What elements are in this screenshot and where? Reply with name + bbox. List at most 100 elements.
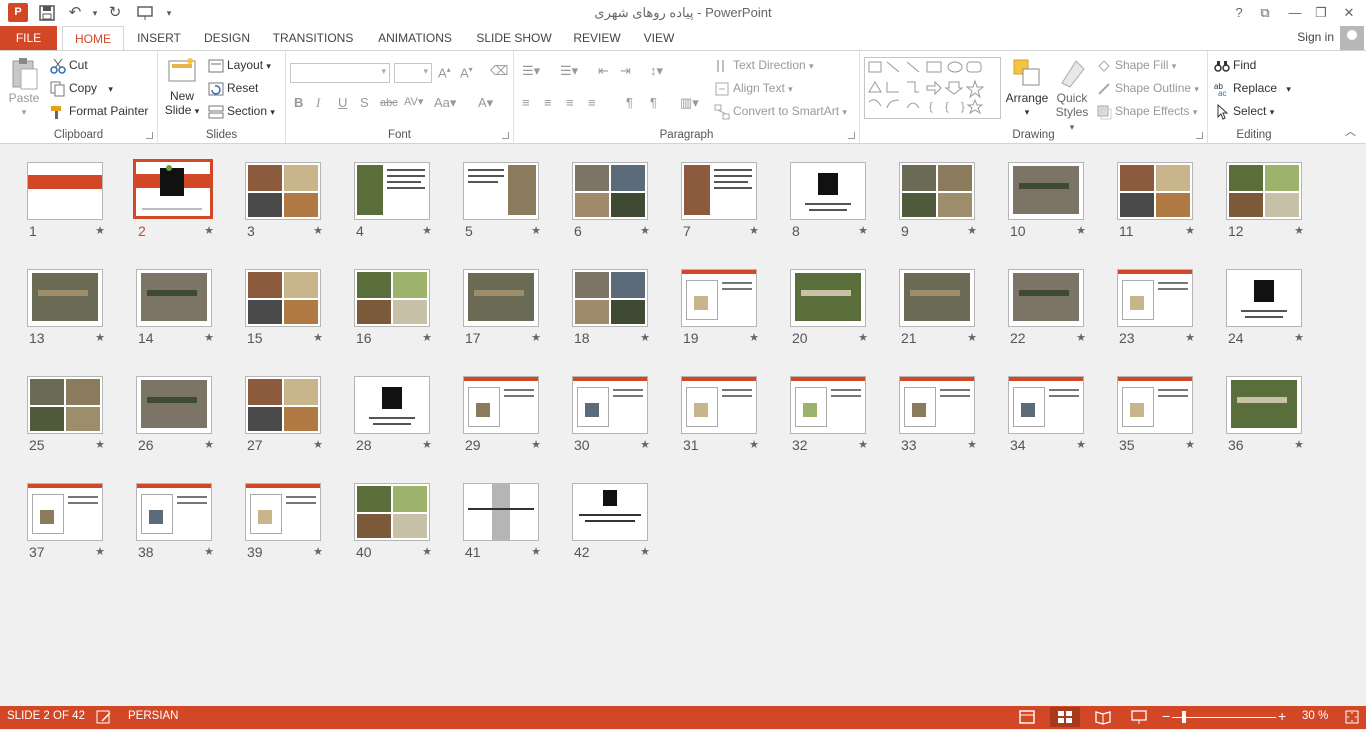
- notes-icon[interactable]: [96, 709, 112, 728]
- slide-thumbnail[interactable]: 8 ★: [790, 162, 868, 239]
- convert-smartart-button[interactable]: Convert to SmartArt ▾: [714, 103, 847, 120]
- slide-thumbnail[interactable]: 3 ★: [245, 162, 323, 239]
- transition-star-icon[interactable]: ★: [531, 331, 541, 344]
- transition-star-icon[interactable]: ★: [967, 331, 977, 344]
- transition-star-icon[interactable]: ★: [1076, 224, 1086, 237]
- tab-transitions[interactable]: TRANSITIONS: [270, 26, 356, 50]
- right-to-left-icon[interactable]: ¶: [650, 95, 657, 110]
- strikethrough-icon[interactable]: abc: [380, 97, 398, 109]
- transition-star-icon[interactable]: ★: [204, 224, 214, 237]
- slide-thumbnail[interactable]: 11 ★: [1117, 162, 1195, 239]
- slide-sorter-view-icon[interactable]: [1050, 707, 1080, 727]
- section-button[interactable]: Section ▾: [208, 103, 275, 120]
- bold-icon[interactable]: B: [294, 95, 303, 110]
- align-center-icon[interactable]: ≡: [544, 95, 552, 110]
- shape-fill-button[interactable]: Shape Fill ▾: [1096, 57, 1176, 74]
- line-spacing-icon[interactable]: ↕▾: [650, 63, 663, 79]
- transition-star-icon[interactable]: ★: [313, 331, 323, 344]
- transition-star-icon[interactable]: ★: [749, 331, 759, 344]
- justify-icon[interactable]: ≡: [588, 95, 596, 110]
- transition-star-icon[interactable]: ★: [858, 331, 868, 344]
- transition-star-icon[interactable]: ★: [531, 545, 541, 558]
- quick-styles-button[interactable]: Quick Styles ▾: [1052, 57, 1092, 134]
- font-name-combo[interactable]: [290, 63, 390, 83]
- slide-thumbnail[interactable]: 33 ★: [899, 376, 977, 453]
- transition-star-icon[interactable]: ★: [1076, 438, 1086, 451]
- transition-star-icon[interactable]: ★: [95, 224, 105, 237]
- zoom-level[interactable]: 30 %: [1302, 710, 1328, 722]
- transition-star-icon[interactable]: ★: [640, 224, 650, 237]
- transition-star-icon[interactable]: ★: [749, 438, 759, 451]
- slide-thumbnail[interactable]: 28 ★: [354, 376, 432, 453]
- reset-button[interactable]: Reset: [208, 80, 258, 97]
- slide-thumbnail[interactable]: 24 ★: [1226, 269, 1304, 346]
- shrink-font-icon[interactable]: A▾: [460, 65, 473, 80]
- transition-star-icon[interactable]: ★: [640, 545, 650, 558]
- underline-icon[interactable]: U: [338, 95, 347, 110]
- slide-thumbnail[interactable]: 17 ★: [463, 269, 541, 346]
- tab-home[interactable]: HOME: [62, 26, 124, 51]
- bullets-icon[interactable]: ☰▾: [522, 63, 540, 79]
- text-shadow-icon[interactable]: S: [360, 95, 369, 110]
- slide-thumbnail[interactable]: 22 ★: [1008, 269, 1086, 346]
- slide-thumbnail[interactable]: 39 ★: [245, 483, 323, 560]
- slide-thumbnail[interactable]: 2 ★: [133, 159, 214, 239]
- slide-thumbnail[interactable]: 1 ★: [27, 162, 105, 239]
- tab-file[interactable]: FILE: [0, 26, 57, 50]
- slide-thumbnail[interactable]: 34 ★: [1008, 376, 1086, 453]
- align-text-button[interactable]: Align Text ▾: [714, 80, 793, 97]
- slide-thumbnail[interactable]: 9 ★: [899, 162, 977, 239]
- ribbon-display-options-icon[interactable]: ⧉: [1252, 2, 1278, 24]
- transition-star-icon[interactable]: ★: [967, 224, 977, 237]
- shapes-gallery[interactable]: {{}: [864, 57, 1001, 119]
- transition-star-icon[interactable]: ★: [640, 331, 650, 344]
- transition-star-icon[interactable]: ★: [95, 331, 105, 344]
- slide-thumbnail[interactable]: 7 ★: [681, 162, 759, 239]
- transition-star-icon[interactable]: ★: [422, 438, 432, 451]
- new-slide-button[interactable]: New Slide ▾: [162, 55, 202, 118]
- slide-thumbnail[interactable]: 20 ★: [790, 269, 868, 346]
- avatar[interactable]: [1340, 26, 1364, 50]
- transition-star-icon[interactable]: ★: [422, 545, 432, 558]
- tab-animations[interactable]: ANIMATIONS: [372, 26, 458, 50]
- copy-button[interactable]: Copy ▾: [50, 80, 113, 97]
- slide-thumbnail[interactable]: 41 ★: [463, 483, 541, 560]
- slide-thumbnail[interactable]: 32 ★: [790, 376, 868, 453]
- paragraph-launcher-icon[interactable]: [848, 132, 855, 139]
- slide-thumbnail[interactable]: 12 ★: [1226, 162, 1304, 239]
- increase-indent-icon[interactable]: ⇥: [620, 63, 631, 79]
- transition-star-icon[interactable]: ★: [313, 545, 323, 558]
- character-spacing-icon[interactable]: AV▾: [404, 95, 423, 108]
- language-indicator[interactable]: PERSIAN: [128, 710, 179, 722]
- tab-insert[interactable]: INSERT: [134, 26, 184, 50]
- transition-star-icon[interactable]: ★: [1185, 438, 1195, 451]
- transition-star-icon[interactable]: ★: [749, 224, 759, 237]
- select-button[interactable]: Select ▾: [1214, 103, 1274, 120]
- slide-thumbnail[interactable]: 42 ★: [572, 483, 650, 560]
- slide-thumbnail[interactable]: 37 ★: [27, 483, 105, 560]
- transition-star-icon[interactable]: ★: [531, 224, 541, 237]
- transition-star-icon[interactable]: ★: [313, 438, 323, 451]
- zoom-slider-track[interactable]: [1172, 717, 1276, 718]
- transition-star-icon[interactable]: ★: [422, 331, 432, 344]
- slide-thumbnail[interactable]: 23 ★: [1117, 269, 1195, 346]
- help-icon[interactable]: ?: [1226, 2, 1252, 24]
- slide-thumbnail[interactable]: 6 ★: [572, 162, 650, 239]
- text-direction-button[interactable]: Text Direction ▾: [714, 57, 814, 74]
- columns-icon[interactable]: ▥▾: [680, 95, 699, 111]
- left-to-right-icon[interactable]: ¶: [626, 95, 633, 110]
- restore-icon[interactable]: ❐: [1308, 2, 1334, 24]
- slide-thumbnail[interactable]: 27 ★: [245, 376, 323, 453]
- transition-star-icon[interactable]: ★: [313, 224, 323, 237]
- sign-in-link[interactable]: Sign in: [1297, 30, 1334, 44]
- zoom-in-button[interactable]: +: [1278, 708, 1286, 724]
- close-icon[interactable]: ✕: [1336, 2, 1362, 24]
- transition-star-icon[interactable]: ★: [858, 224, 868, 237]
- transition-star-icon[interactable]: ★: [204, 438, 214, 451]
- font-size-combo[interactable]: [394, 63, 432, 83]
- numbering-icon[interactable]: ☰▾: [560, 63, 578, 79]
- tab-view[interactable]: VIEW: [640, 26, 678, 50]
- transition-star-icon[interactable]: ★: [967, 438, 977, 451]
- slide-thumbnail[interactable]: 40 ★: [354, 483, 432, 560]
- slide-thumbnail[interactable]: 21 ★: [899, 269, 977, 346]
